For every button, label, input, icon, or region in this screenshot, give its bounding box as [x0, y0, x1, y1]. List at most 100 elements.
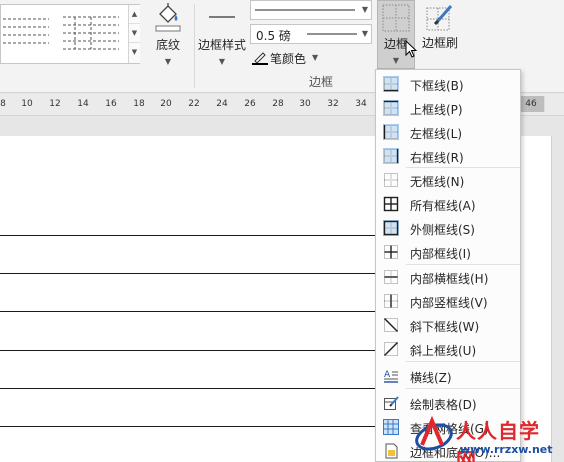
border-styles-button[interactable]: 边框样式 ▼ [196, 2, 248, 68]
menu-item-horizontal-line[interactable]: A 横线(Z) [377, 364, 520, 388]
ruler-tick-label: 30 [299, 99, 311, 109]
line-style-select[interactable]: ▼ [250, 0, 372, 20]
pen-color-button[interactable]: 笔颜色 ▼ [252, 49, 332, 67]
table-row-border [0, 426, 400, 427]
menu-item-label: 下框线(B) [410, 79, 464, 93]
menu-item-label: 内部横框线(H) [410, 272, 489, 286]
diagonal-up-border-icon [384, 342, 398, 356]
menu-item-inside-vertical-border[interactable]: 内部竖框线(V) [377, 289, 520, 313]
menu-item-label: 绘制表格(D) [410, 398, 477, 412]
borders-dropdown-menu: 下框线(B) 上框线(P) 左框线(L) 右框线(R) 无框线(N) 所有框线(A) 外侧框… [375, 69, 521, 462]
borders-shading-icon [385, 443, 398, 459]
border-styles-label: 边框样式 [197, 38, 246, 52]
table-style-thumbnail[interactable] [61, 13, 121, 51]
top-border-icon [383, 100, 399, 116]
right-border-icon [383, 148, 399, 164]
menu-item-all-borders[interactable]: 所有框线(A) [377, 192, 520, 216]
gallery-down-icon[interactable]: ▼ [129, 24, 140, 43]
chevron-down-icon: ▼ [218, 57, 226, 66]
menu-item-label: 斜下框线(W) [410, 320, 480, 334]
border-painter-icon [426, 5, 453, 31]
group-divider [194, 4, 195, 88]
paint-bucket-icon [155, 3, 181, 32]
ruler-tick-label: 24 [216, 99, 228, 109]
ruler-tick-label: 8 [0, 99, 6, 109]
ruler-tick-label: 32 [327, 99, 339, 109]
table-row-border [0, 311, 400, 312]
menu-item-label: 内部框线(I) [410, 247, 471, 261]
horizontal-line-icon: A [384, 370, 398, 383]
view-gridlines-icon [383, 419, 399, 435]
ruler-tick-label: 28 [272, 99, 284, 109]
inside-vertical-border-icon [384, 294, 398, 308]
menu-item-label: 内部竖框线(V) [410, 296, 488, 310]
menu-item-diagonal-down-border[interactable]: 斜下框线(W) [377, 313, 520, 337]
border-style-icon [209, 16, 235, 18]
menu-item-right-border[interactable]: 右框线(R) [377, 144, 520, 168]
menu-item-label: 左框线(L) [410, 127, 463, 141]
menu-item-top-border[interactable]: 上框线(P) [377, 96, 520, 120]
menu-item-outside-borders[interactable]: 外侧框线(S) [377, 216, 520, 240]
table-row-border [0, 273, 400, 274]
table-row-border [0, 235, 400, 236]
all-borders-icon [383, 196, 399, 212]
ruler-tick-label: 10 [21, 99, 33, 109]
line-weight-value: 0.5 磅 [256, 29, 291, 43]
ruler-tick-label: 46 [517, 96, 545, 112]
watermark-logo-icon [415, 415, 453, 451]
menu-separator [406, 361, 520, 362]
table-style-thumbnail[interactable] [1, 13, 51, 51]
menu-separator [406, 388, 520, 389]
table-row-border [0, 388, 400, 389]
left-border-icon [383, 124, 399, 140]
bottom-border-icon [383, 76, 399, 92]
menu-item-inside-horizontal-border[interactable]: 内部横框线(H) [377, 265, 520, 289]
menu-item-no-border[interactable]: 无框线(N) [377, 168, 520, 192]
ruler-tick-label: 16 [105, 99, 117, 109]
menu-item-inside-borders[interactable]: 内部框线(I) [377, 240, 520, 264]
menu-item-left-border[interactable]: 左框线(L) [377, 120, 520, 144]
group-label-borders: 边框 [309, 75, 334, 89]
menu-item-label: 斜上框线(U) [410, 344, 477, 358]
menu-item-label: 所有框线(A) [410, 199, 476, 213]
chevron-down-icon: ▼ [312, 53, 319, 62]
line-weight-preview [307, 33, 357, 35]
gallery-scrollbar[interactable]: ▲ ▼ ▼ [128, 5, 140, 63]
menu-item-label: 无框线(N) [410, 175, 465, 189]
menu-item-draw-table[interactable]: 绘制表格(D) [377, 391, 520, 415]
gallery-more-icon[interactable]: ▼ [129, 43, 140, 62]
chevron-down-icon: ▼ [361, 5, 368, 14]
menu-item-label: 右框线(R) [410, 151, 464, 165]
menu-item-label: 外侧框线(S) [410, 223, 475, 237]
table-row-border [0, 350, 400, 351]
ruler-tick-label: 26 [244, 99, 256, 109]
borders-icon [382, 4, 410, 32]
gallery-up-icon[interactable]: ▲ [129, 5, 140, 24]
ruler-tick-label: 14 [77, 99, 89, 109]
pen-color-label: 笔颜色 [270, 52, 307, 66]
watermark: 人人自学网 www.rrzxw.net [410, 413, 560, 462]
pen-icon [252, 52, 268, 65]
chevron-down-icon: ▼ [361, 29, 368, 38]
shading-label: 底纹 [155, 38, 180, 52]
chevron-down-icon: ▼ [392, 56, 400, 65]
table-styles-gallery[interactable]: ▲ ▼ ▼ [0, 4, 140, 64]
border-painter-button[interactable]: 边框刷 [418, 0, 462, 60]
ruler-tick-label: 18 [133, 99, 145, 109]
ruler-tick-label: 12 [49, 99, 61, 109]
chevron-down-icon: ▼ [164, 57, 172, 66]
border-painter-label: 边框刷 [421, 36, 458, 50]
outside-borders-icon [383, 220, 399, 236]
inside-borders-icon [384, 245, 398, 259]
inside-horizontal-border-icon [384, 270, 398, 284]
menu-item-bottom-border[interactable]: 下框线(B) [377, 72, 520, 96]
watermark-url: www.rrzxw.net [460, 443, 553, 456]
line-weight-select[interactable]: 0.5 磅 ▼ [250, 24, 372, 44]
menu-item-label: 横线(Z) [410, 371, 452, 385]
ruler-tick-label: 34 [355, 99, 367, 109]
line-style-preview [255, 9, 355, 11]
diagonal-down-border-icon [384, 318, 398, 332]
menu-item-diagonal-up-border[interactable]: 斜上框线(U) [377, 337, 520, 361]
draw-table-icon [384, 396, 399, 410]
shading-button[interactable]: 底纹 ▼ [146, 2, 190, 68]
